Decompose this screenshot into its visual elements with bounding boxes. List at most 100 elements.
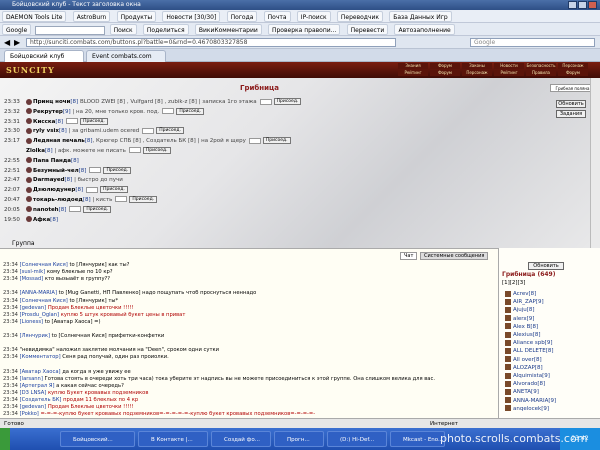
join-button[interactable]: Присоед. (176, 107, 205, 115)
chat-nick[interactable]: [Аватар Хаоса] (20, 369, 61, 375)
player-name[interactable]: Дзюлюдунер (33, 187, 75, 193)
nav-link[interactable]: Знания (398, 63, 428, 69)
join-input[interactable] (69, 206, 82, 213)
online-user-name[interactable]: ANETA[9] (513, 389, 539, 395)
online-user-name[interactable]: Aliance spb[9] (513, 340, 552, 346)
online-user[interactable]: All over[8] (505, 356, 542, 364)
chat-nick[interactable]: [Лянчурик] (20, 333, 50, 339)
join-input[interactable] (89, 167, 102, 174)
join-input[interactable] (142, 127, 155, 134)
join-input[interactable] (86, 186, 99, 193)
online-user-name[interactable]: Acrev[8] (513, 291, 536, 297)
join-button[interactable]: Присоед. (103, 166, 132, 174)
nav-link[interactable]: Законы (462, 63, 492, 69)
tb1-item[interactable]: Продукты (116, 11, 157, 22)
tab-chat[interactable]: Чат (400, 252, 418, 260)
online-user-name[interactable]: Alex B[8] (513, 324, 538, 330)
back-icon[interactable]: ◀ (4, 38, 10, 47)
tb1-item[interactable]: AstroBurn (72, 11, 111, 22)
online-user-name[interactable]: All over[8] (513, 357, 542, 363)
tb2-item[interactable]: Поделиться (142, 24, 189, 35)
taskbar-item[interactable]: Mkcast - Eno... (390, 431, 445, 447)
nav-link[interactable]: Безопасность (526, 63, 556, 69)
online-user[interactable]: ANNA-MARIA[9] (505, 397, 556, 405)
join-button[interactable]: Присоед. (156, 127, 184, 135)
chat-nick[interactable]: [D3 LNSA] (20, 390, 47, 396)
search-input[interactable]: Google (470, 38, 595, 47)
join-button[interactable]: Присоед. (80, 117, 108, 125)
online-user[interactable]: Alexius[8] (505, 331, 541, 339)
online-user-name[interactable]: Alquimista[9] (513, 373, 550, 379)
online-user[interactable]: Aliance spb[9] (505, 339, 552, 347)
join-input[interactable] (162, 108, 175, 115)
player-name[interactable]: Zlolka (26, 148, 45, 154)
tb2-item[interactable]: Проверка правопи... (267, 24, 341, 35)
join-button[interactable]: Присоед. (100, 186, 128, 194)
chat-nick[interactable]: [Создатель БК] (20, 397, 62, 403)
maximize-button[interactable] (578, 1, 587, 9)
player-name[interactable]: Безумный-чел (33, 168, 79, 174)
nav-link[interactable]: Форум (558, 70, 588, 76)
forward-icon[interactable]: ▶ (14, 38, 20, 47)
nav-link[interactable]: Персонаж (558, 63, 588, 69)
tb2-item[interactable]: Поиск (109, 24, 137, 35)
player-name[interactable]: Рекрутер (33, 109, 63, 115)
tb2-item[interactable]: Перевести (346, 24, 389, 35)
player-name[interactable]: nanoteh (33, 207, 59, 213)
tab-event[interactable]: Event combats.com (86, 50, 166, 62)
join-button[interactable]: Присоед. (129, 195, 158, 203)
taskbar-item[interactable]: В Контакте |... (138, 431, 208, 447)
google-search-input[interactable] (35, 25, 106, 35)
online-user[interactable]: alerx[9] (505, 315, 534, 323)
tab-fight-club[interactable]: Бойцовский клуб (4, 50, 84, 62)
chat-nick[interactable]: [Pokko] (20, 411, 39, 417)
refresh-button[interactable]: Обновить (556, 100, 586, 108)
chat-nick[interactable]: [gedevan] (20, 404, 47, 410)
join-button[interactable]: Присоед. (273, 98, 302, 105)
online-user[interactable]: Alvorado[8] (505, 380, 545, 388)
nav-link[interactable]: Персонаж (462, 70, 492, 76)
online-user[interactable]: Ajuju[8] (505, 306, 535, 314)
online-pages[interactable]: [1][2][3] (502, 280, 525, 286)
tb1-item[interactable]: IP-поиск (296, 11, 331, 22)
player-name[interactable]: ryly vsix (33, 128, 59, 134)
online-user-name[interactable]: Ajuju[8] (513, 307, 535, 313)
player-name[interactable]: токарь-людоед (33, 197, 83, 203)
chat-nick[interactable]: [susl-mik] (20, 269, 46, 275)
tb2-item[interactable]: ВикиКомментарии (194, 24, 262, 35)
tasks-button[interactable]: Задания (556, 110, 586, 118)
tb1-item[interactable]: База Данных Игр (389, 11, 452, 22)
player-name[interactable]: Афка (33, 217, 50, 223)
nav-link[interactable]: Форум (430, 63, 460, 69)
join-button[interactable]: Присоед. (83, 205, 112, 213)
online-user-name[interactable]: Alvorado[8] (513, 381, 545, 387)
online-user-name[interactable]: alerx[9] (513, 316, 534, 322)
online-user[interactable]: anqelocek[9] (505, 405, 549, 413)
taskbar-item[interactable]: Бойцовский... (60, 431, 135, 447)
online-user-name[interactable]: Alexius[8] (513, 332, 541, 338)
nav-link[interactable]: Новости (494, 63, 524, 69)
room-scrollbar[interactable] (590, 78, 600, 248)
chat-nick[interactable]: [ANNA-MARIA] (20, 290, 57, 296)
online-user-name[interactable]: anqelocek[9] (513, 406, 549, 412)
join-input[interactable] (128, 147, 141, 154)
tb1-item[interactable]: Почта (263, 11, 291, 22)
join-input[interactable] (248, 137, 261, 144)
tb1-item[interactable]: Новости [30/30] (162, 11, 221, 22)
join-input[interactable] (115, 196, 128, 203)
online-user[interactable]: Acrev[8] (505, 290, 536, 298)
nav-link[interactable]: Рейтинг (398, 70, 428, 76)
online-user-name[interactable]: ALL DELETE[8] (513, 348, 554, 354)
minimize-button[interactable] (568, 1, 577, 9)
join-input[interactable] (259, 98, 272, 105)
online-user[interactable]: ALL DELETE[8] (505, 347, 554, 355)
online-user-name[interactable]: ALOZAP[8] (513, 365, 543, 371)
start-button[interactable] (0, 428, 10, 450)
tb2-item[interactable]: Автозаполнение (394, 24, 455, 35)
chat-nick[interactable]: [Солнечная Кися] (20, 298, 68, 304)
online-user-name[interactable]: ANNA-MARIA[9] (513, 398, 556, 404)
nav-link[interactable]: Форум (430, 70, 460, 76)
online-user[interactable]: Alquimista[9] (505, 372, 550, 380)
player-name[interactable]: Папа Панда (33, 158, 71, 164)
chat-nick[interactable]: [gedevan] (20, 305, 47, 311)
